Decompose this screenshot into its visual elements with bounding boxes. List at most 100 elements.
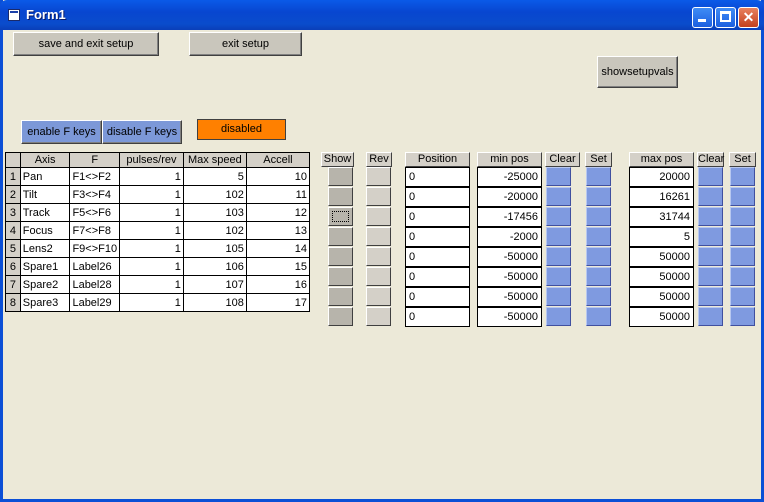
clear-max-button[interactable] [698, 247, 723, 266]
accel-cell[interactable]: 10 [245, 167, 311, 186]
pulses-cell[interactable]: 1 [119, 293, 184, 312]
maxpos-field[interactable]: 5 [629, 227, 694, 247]
show-button[interactable] [328, 307, 353, 326]
axis-name-cell[interactable]: Tilt [19, 185, 71, 204]
accel-cell[interactable]: 14 [245, 239, 311, 258]
position-field[interactable]: 0 [405, 167, 470, 187]
exit-setup-button[interactable]: exit setup [189, 32, 302, 56]
rev-button[interactable] [366, 287, 391, 306]
set-max-button[interactable] [730, 227, 755, 246]
clear-min-button[interactable] [546, 187, 571, 206]
show-button[interactable] [328, 267, 353, 286]
axis-name-cell[interactable]: Pan [19, 167, 71, 186]
clear-max-button[interactable] [698, 187, 723, 206]
show-button[interactable] [328, 167, 353, 186]
position-field[interactable]: 0 [405, 207, 470, 227]
minpos-field[interactable]: -20000 [477, 187, 542, 207]
clear-min-button[interactable] [546, 247, 571, 266]
clear-max-button[interactable] [698, 307, 723, 326]
pulses-cell[interactable]: 1 [119, 185, 184, 204]
f-keys-cell[interactable]: F5<>F6 [69, 203, 121, 222]
position-field[interactable]: 0 [405, 227, 470, 247]
set-max-button[interactable] [730, 247, 755, 266]
f-keys-cell[interactable]: F9<>F10 [69, 239, 121, 258]
clear-min-button[interactable] [546, 167, 571, 186]
set-max-button[interactable] [730, 167, 755, 186]
axis-name-cell[interactable]: Spare1 [19, 257, 71, 276]
position-field[interactable]: 0 [405, 287, 470, 307]
rev-button[interactable] [366, 167, 391, 186]
rev-button[interactable] [366, 207, 391, 226]
maximize-button[interactable] [715, 7, 736, 28]
set-max-button[interactable] [730, 307, 755, 326]
clear-max-button[interactable] [698, 287, 723, 306]
close-button[interactable]: ✕ [738, 7, 759, 28]
clear-min-button[interactable] [546, 207, 571, 226]
show-button[interactable] [328, 287, 353, 306]
position-field[interactable]: 0 [405, 187, 470, 207]
pulses-cell[interactable]: 1 [119, 221, 184, 240]
show-button[interactable] [328, 207, 353, 226]
clear-min-button[interactable] [546, 227, 571, 246]
minpos-field[interactable]: -17456 [477, 207, 542, 227]
minpos-field[interactable]: -25000 [477, 167, 542, 187]
showsetupvals-button[interactable]: showsetupvals [597, 56, 678, 88]
maxpos-field[interactable]: 50000 [629, 267, 694, 287]
maxpos-field[interactable]: 50000 [629, 247, 694, 267]
set-min-button[interactable] [586, 207, 611, 226]
rev-button[interactable] [366, 267, 391, 286]
minpos-field[interactable]: -50000 [477, 267, 542, 287]
enable-f-keys-button[interactable]: enable F keys [21, 120, 102, 144]
maxspeed-cell[interactable]: 102 [182, 221, 247, 240]
minpos-field[interactable]: -2000 [477, 227, 542, 247]
rev-button[interactable] [366, 307, 391, 326]
axis-name-cell[interactable]: Spare3 [19, 293, 71, 312]
show-button[interactable] [328, 227, 353, 246]
set-max-button[interactable] [730, 287, 755, 306]
position-field[interactable]: 0 [405, 307, 470, 327]
clear-max-button[interactable] [698, 267, 723, 286]
accel-cell[interactable]: 15 [245, 257, 311, 276]
f-keys-cell[interactable]: F1<>F2 [69, 167, 121, 186]
minimize-button[interactable] [692, 7, 713, 28]
set-min-button[interactable] [586, 247, 611, 266]
clear-min-button[interactable] [546, 287, 571, 306]
axis-name-cell[interactable]: Track [19, 203, 71, 222]
rev-button[interactable] [366, 247, 391, 266]
pulses-cell[interactable]: 1 [119, 275, 184, 294]
disable-f-keys-button[interactable]: disable F keys [102, 120, 182, 144]
set-min-button[interactable] [586, 267, 611, 286]
pulses-cell[interactable]: 1 [119, 239, 184, 258]
set-min-button[interactable] [586, 167, 611, 186]
set-max-button[interactable] [730, 267, 755, 286]
set-min-button[interactable] [586, 227, 611, 246]
maxspeed-cell[interactable]: 103 [182, 203, 247, 222]
f-keys-cell[interactable]: Label26 [69, 257, 121, 276]
clear-max-button[interactable] [698, 167, 723, 186]
show-button[interactable] [328, 187, 353, 206]
maxspeed-cell[interactable]: 105 [182, 239, 247, 258]
rev-button[interactable] [366, 187, 391, 206]
set-min-button[interactable] [586, 307, 611, 326]
show-button[interactable] [328, 247, 353, 266]
axis-name-cell[interactable]: Focus [19, 221, 71, 240]
clear-max-button[interactable] [698, 227, 723, 246]
rev-button[interactable] [366, 227, 391, 246]
maxspeed-cell[interactable]: 106 [182, 257, 247, 276]
maxpos-field[interactable]: 50000 [629, 287, 694, 307]
f-keys-cell[interactable]: F7<>F8 [69, 221, 121, 240]
f-keys-cell[interactable]: Label29 [69, 293, 121, 312]
accel-cell[interactable]: 16 [245, 275, 311, 294]
pulses-cell[interactable]: 1 [119, 167, 184, 186]
set-max-button[interactable] [730, 187, 755, 206]
maxspeed-cell[interactable]: 102 [182, 185, 247, 204]
axis-name-cell[interactable]: Lens2 [19, 239, 71, 258]
maxpos-field[interactable]: 31744 [629, 207, 694, 227]
maxspeed-cell[interactable]: 107 [182, 275, 247, 294]
accel-cell[interactable]: 12 [245, 203, 311, 222]
set-min-button[interactable] [586, 287, 611, 306]
maxpos-field[interactable]: 20000 [629, 167, 694, 187]
pulses-cell[interactable]: 1 [119, 203, 184, 222]
title-bar[interactable]: Form1 ✕ [0, 0, 764, 30]
minpos-field[interactable]: -50000 [477, 247, 542, 267]
